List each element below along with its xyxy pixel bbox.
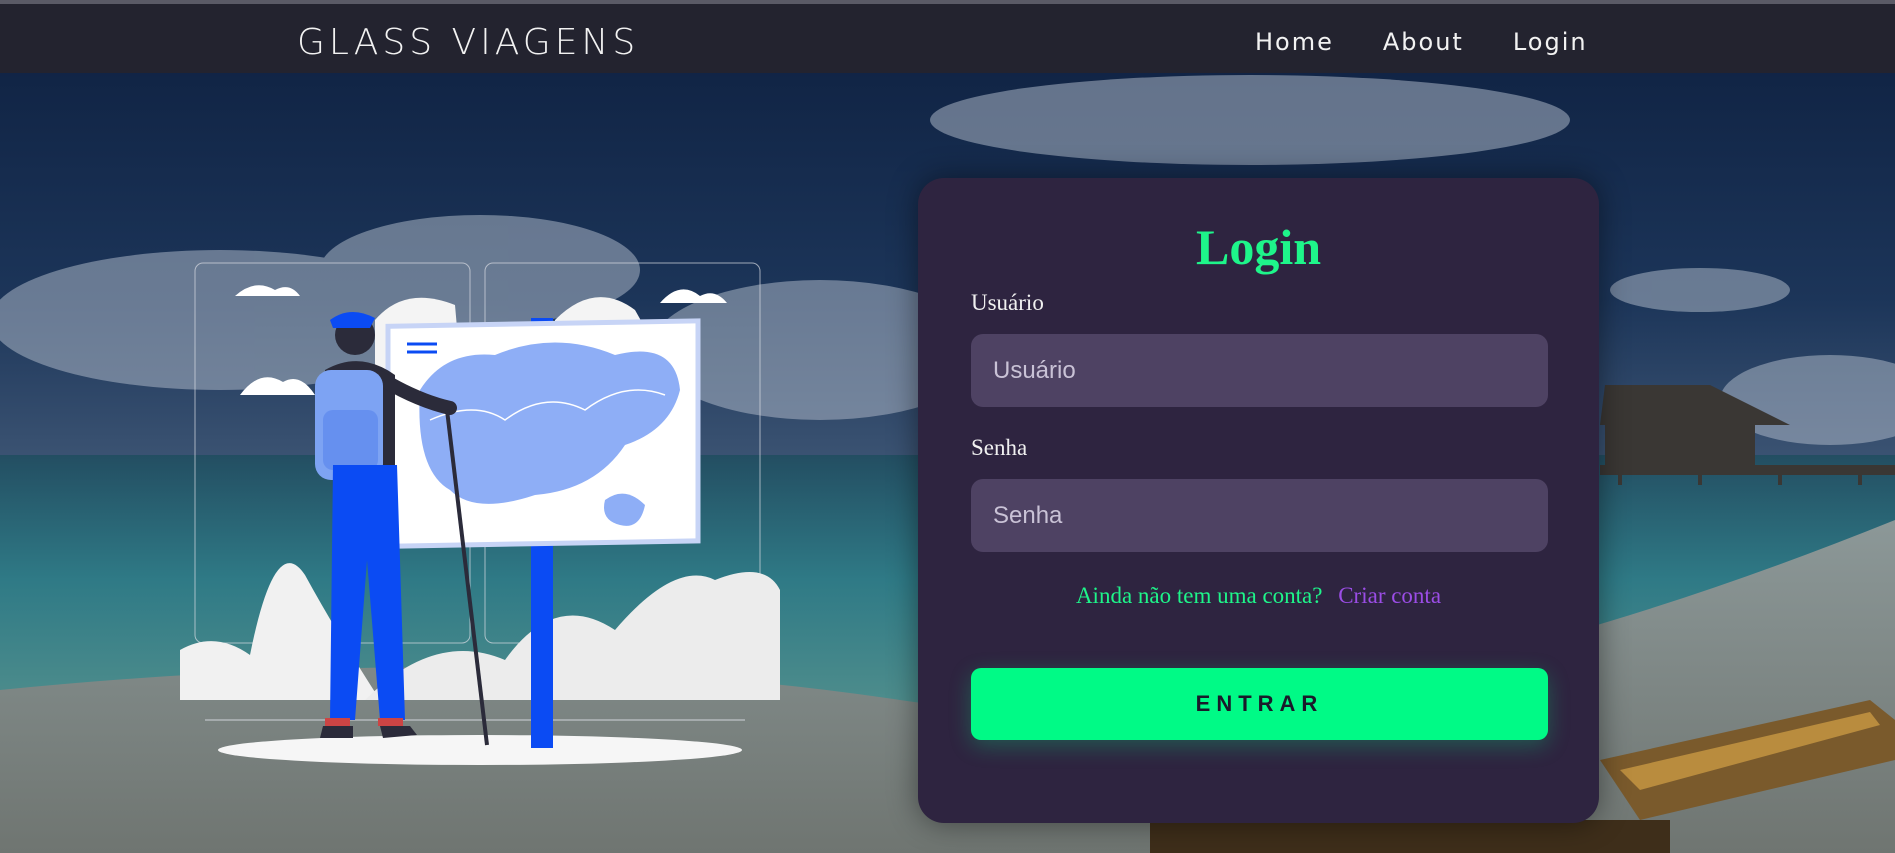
traveler-illustration [180,262,780,765]
password-input[interactable] [971,479,1548,552]
login-title: Login [1195,219,1322,275]
top-navbar: GLASS VIAGENS Home About Login [0,0,1895,73]
username-label: Usuário [971,290,1044,315]
nav-login-link[interactable]: Login [1513,28,1588,56]
signup-question: Ainda não tem uma conta? [1075,583,1323,608]
username-input[interactable] [971,334,1548,407]
login-card: Login Usuário Senha Ainda não tem uma co… [918,178,1599,823]
main-nav: Home About Login [1255,28,1637,56]
login-submit-button[interactable]: ENTRAR [971,668,1548,740]
nav-home-link[interactable]: Home [1255,28,1334,56]
password-label: Senha [971,435,1028,460]
nav-about-link[interactable]: About [1383,28,1464,56]
create-account-link[interactable]: Criar conta [1338,583,1441,608]
brand-logo-text[interactable]: GLASS VIAGENS [297,22,639,63]
signup-prompt: Ainda não tem uma conta? Criar conta [918,583,1599,609]
